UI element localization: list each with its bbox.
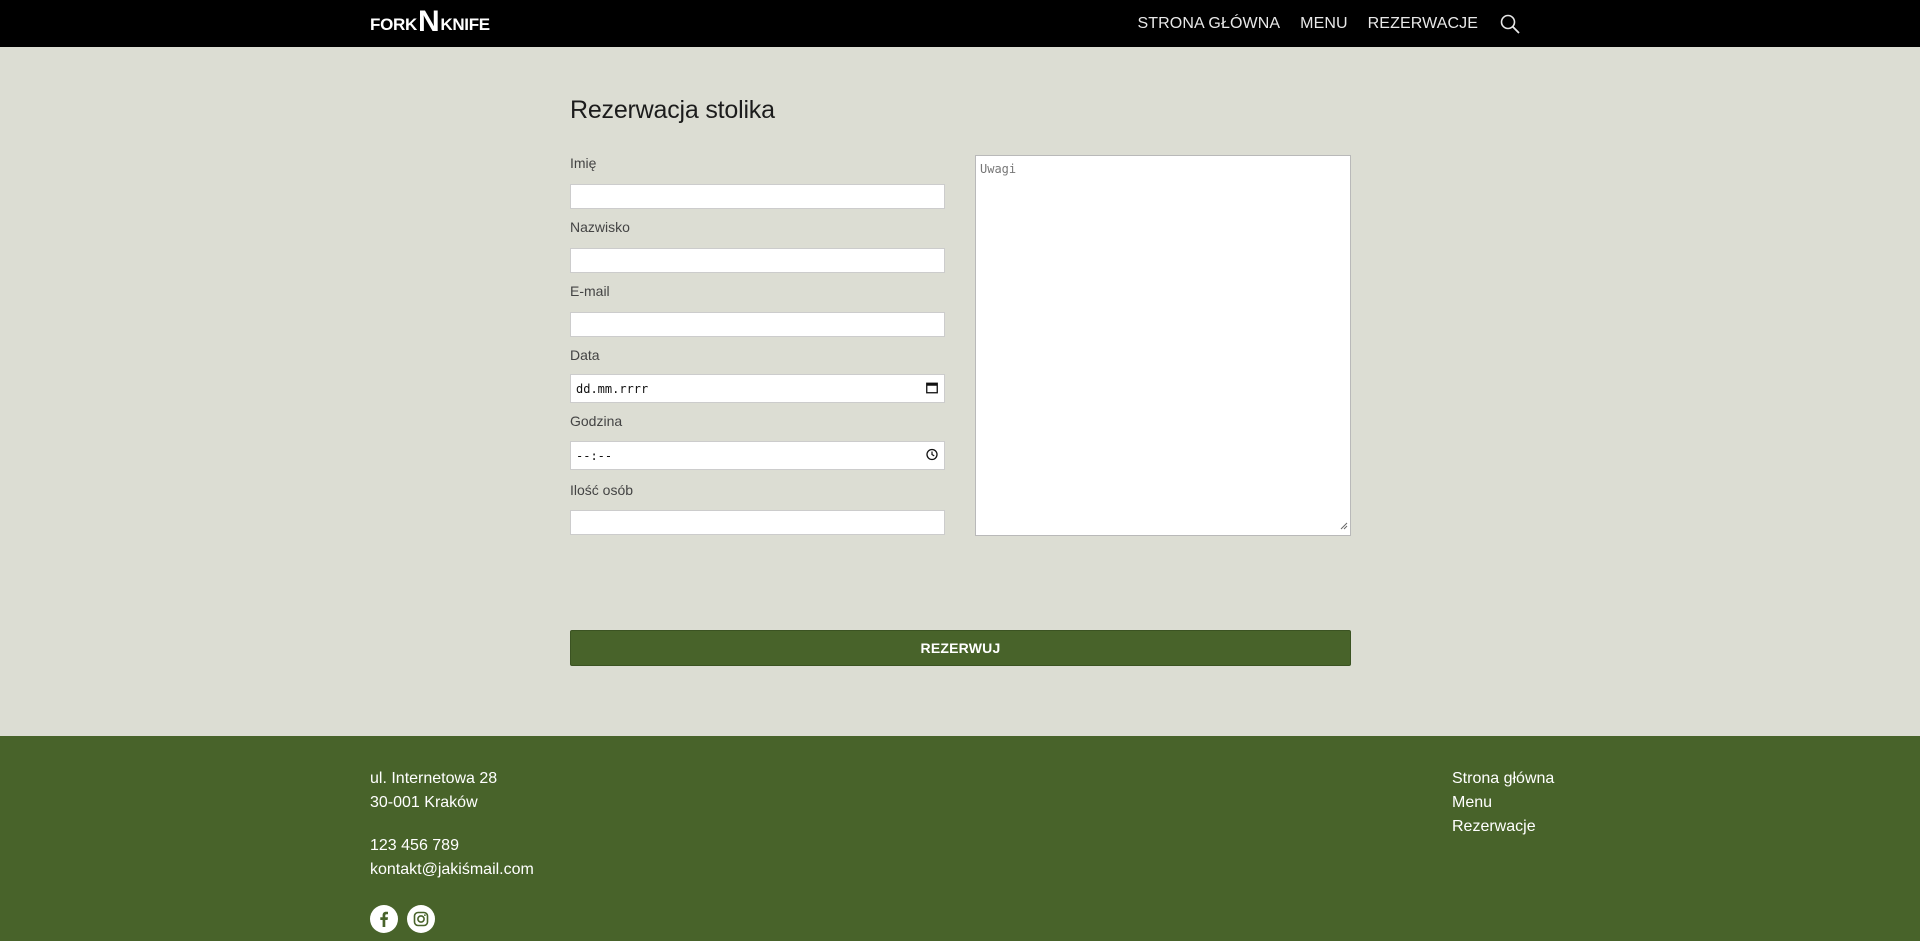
footer-link-reservations[interactable]: Rezerwacje [1452, 815, 1554, 839]
footer-address-line1: ul. Internetowa 28 [370, 770, 498, 787]
logo-n: N [417, 5, 440, 38]
facebook-icon[interactable] [370, 905, 398, 933]
people-input[interactable] [570, 510, 945, 535]
footer-email: kontakt@jakiśmail.com [370, 861, 534, 878]
email-input[interactable] [570, 312, 945, 337]
first-name-input[interactable] [570, 184, 945, 209]
footer-link-menu[interactable]: Menu [1452, 791, 1554, 815]
first-name-label: Imię [570, 155, 597, 171]
notes-textarea[interactable]: Uwagi [975, 155, 1351, 536]
logo-knife: KNIFE [440, 15, 490, 34]
footer-links: Strona główna Menu Rezerwacje [1452, 767, 1554, 839]
nav-home[interactable]: STRONA GŁÓWNA [1137, 15, 1280, 33]
search-icon[interactable] [1498, 12, 1522, 36]
nav-reservations[interactable]: REZERWACJE [1368, 15, 1478, 33]
footer-link-home[interactable]: Strona główna [1452, 767, 1554, 791]
footer-address-line2: 30-001 Kraków [370, 794, 478, 811]
site-logo[interactable]: FORK N KNIFE [370, 5, 490, 38]
time-label: Godzina [570, 413, 623, 429]
main-nav: STRONA GŁÓWNA MENU REZERWACJE [1137, 0, 1522, 47]
calendar-icon[interactable] [926, 381, 938, 396]
time-placeholder: --:-- [576, 448, 613, 463]
clock-icon[interactable] [926, 448, 938, 463]
nav-menu[interactable]: MENU [1300, 15, 1348, 33]
footer-spacer [370, 815, 534, 834]
footer-contact: ul. Internetowa 28 30-001 Kraków 123 456… [370, 767, 534, 882]
reserve-button[interactable]: REZERWUJ [570, 630, 1351, 666]
people-label: Ilość osób [570, 482, 634, 498]
date-input[interactable]: dd.mm.rrrr [570, 374, 945, 403]
email-label: E-mail [570, 283, 610, 299]
site-footer: ul. Internetowa 28 30-001 Kraków 123 456… [0, 736, 1920, 941]
page-title: Rezerwacja stolika [570, 96, 775, 124]
social-links [370, 905, 435, 933]
footer-phone: 123 456 789 [370, 837, 459, 854]
date-label: Data [570, 347, 600, 363]
resize-grip-icon[interactable] [1340, 519, 1348, 533]
logo-fork: FORK [370, 15, 417, 34]
instagram-icon[interactable] [407, 905, 435, 933]
last-name-input[interactable] [570, 248, 945, 273]
reservation-section: Rezerwacja stolika Imię Nazwisko E-mail … [570, 96, 1351, 666]
date-placeholder: dd.mm.rrrr [576, 381, 649, 396]
top-navbar: FORK N KNIFE STRONA GŁÓWNA MENU REZERWAC… [0, 0, 1920, 47]
last-name-label: Nazwisko [570, 219, 630, 235]
notes-placeholder: Uwagi [980, 162, 1017, 176]
time-input[interactable]: --:-- [570, 441, 945, 470]
